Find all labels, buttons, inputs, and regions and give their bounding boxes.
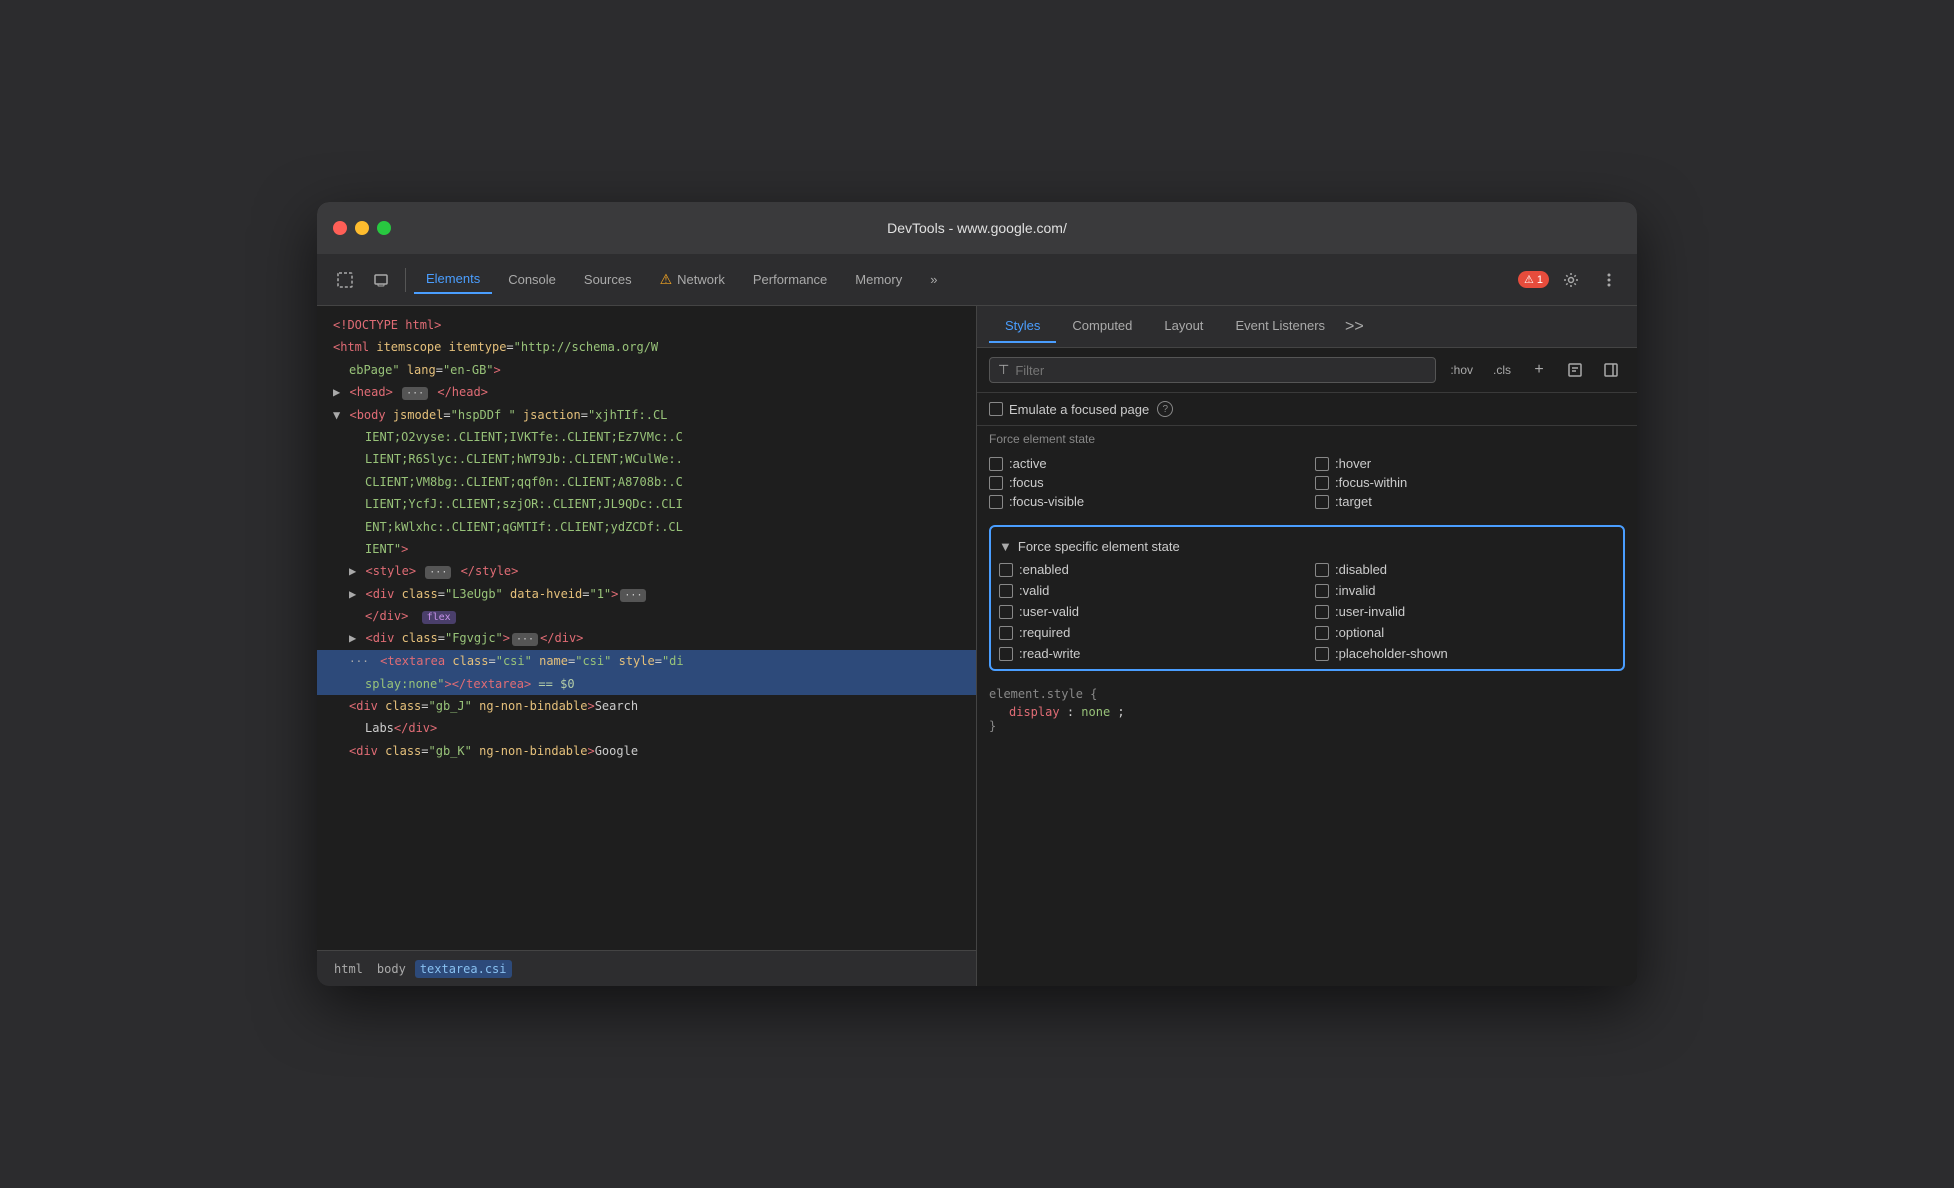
state-read-write[interactable]: :read-write bbox=[999, 646, 1299, 661]
hov-button[interactable]: :hov bbox=[1444, 361, 1479, 379]
filter-input-wrap: ⊤ bbox=[989, 357, 1436, 383]
state-enabled[interactable]: :enabled bbox=[999, 562, 1299, 577]
breadcrumb-html[interactable]: html bbox=[329, 960, 368, 978]
dom-line: ENT;kWlxhc:.CLIENT;qGMTIf:.CLIENT;ydZCDf… bbox=[317, 516, 976, 538]
more-options-icon[interactable] bbox=[1593, 264, 1625, 296]
dom-line: Labs</div> bbox=[317, 717, 976, 739]
dom-line: <div class="gb_K" ng-non-bindable>Google bbox=[317, 740, 976, 762]
state-required[interactable]: :required bbox=[999, 625, 1299, 640]
dom-line: ▼ <body jsmodel="hspDDf " jsaction="xjhT… bbox=[317, 404, 976, 426]
filter-icon: ⊤ bbox=[998, 362, 1009, 378]
right-tabs: Styles Computed Layout Event Listeners >… bbox=[977, 306, 1637, 348]
breadcrumb-body[interactable]: body bbox=[372, 960, 411, 978]
dom-tree[interactable]: <!DOCTYPE html> <html itemscope itemtype… bbox=[317, 306, 976, 950]
dom-line: ebPage" lang="en-GB"> bbox=[317, 359, 976, 381]
tab-sources[interactable]: Sources bbox=[572, 266, 644, 293]
state-user-valid[interactable]: :user-valid bbox=[999, 604, 1299, 619]
add-style-icon[interactable]: + bbox=[1525, 356, 1553, 384]
maximize-button[interactable] bbox=[377, 221, 391, 235]
tab-performance[interactable]: Performance bbox=[741, 266, 839, 293]
state-optional[interactable]: :optional bbox=[1315, 625, 1615, 640]
dom-line: IENT"> bbox=[317, 538, 976, 560]
tab-elements[interactable]: Elements bbox=[414, 265, 492, 294]
filter-bar: ⊤ :hov .cls + bbox=[977, 348, 1637, 393]
emulate-focused-checkbox[interactable]: Emulate a focused page bbox=[989, 402, 1149, 417]
force-specific-grid: :enabled :disabled :valid :invalid bbox=[999, 562, 1615, 661]
dom-line: LIENT;R6Slyc:.CLIENT;hWT9Jb:.CLIENT;WCul… bbox=[317, 448, 976, 470]
styles-panel: Styles Computed Layout Event Listeners >… bbox=[977, 306, 1637, 986]
state-focus[interactable]: :focus bbox=[989, 475, 1299, 490]
force-specific-header: ▼ Force specific element state bbox=[999, 535, 1615, 562]
devtools-toolbar: Elements Console Sources ⚠ Network Perfo… bbox=[317, 254, 1637, 306]
tab-layout[interactable]: Layout bbox=[1148, 310, 1219, 343]
dom-line: <div class="gb_J" ng-non-bindable>Search bbox=[317, 695, 976, 717]
cls-button[interactable]: .cls bbox=[1487, 361, 1517, 379]
tab-computed[interactable]: Computed bbox=[1056, 310, 1148, 343]
style-rule-header: element.style { bbox=[989, 687, 1625, 701]
tab-more[interactable]: » bbox=[918, 266, 949, 293]
titlebar: DevTools - www.google.com/ bbox=[317, 202, 1637, 254]
dom-line: <!DOCTYPE html> bbox=[317, 314, 976, 336]
settings-icon[interactable] bbox=[1555, 264, 1587, 296]
close-button[interactable] bbox=[333, 221, 347, 235]
device-toggle-icon[interactable] bbox=[365, 264, 397, 296]
dom-line: </div> flex bbox=[317, 605, 976, 627]
state-target[interactable]: :target bbox=[1315, 494, 1625, 509]
state-focus-within[interactable]: :focus-within bbox=[1315, 475, 1625, 490]
error-badge: ⚠ 1 bbox=[1518, 271, 1549, 288]
dom-line: CLIENT;VM8bg:.CLIENT;qqf0n:.CLIENT;A8708… bbox=[317, 471, 976, 493]
state-placeholder-shown[interactable]: :placeholder-shown bbox=[1315, 646, 1615, 661]
state-focus-visible[interactable]: :focus-visible bbox=[989, 494, 1299, 509]
breadcrumb-bar: html body textarea.csi bbox=[317, 950, 976, 986]
style-rule-close: } bbox=[989, 719, 1625, 733]
dom-line: LIENT;YcfJ:.CLIENT;szjOR:.CLIENT;JL9QDc:… bbox=[317, 493, 976, 515]
state-user-invalid[interactable]: :user-invalid bbox=[1315, 604, 1615, 619]
state-valid[interactable]: :valid bbox=[999, 583, 1299, 598]
warning-icon: ⚠ bbox=[660, 271, 673, 288]
new-style-rule-icon[interactable] bbox=[1561, 356, 1589, 384]
dom-line: ▶ <div class="Fgvgjc">···</div> bbox=[317, 627, 976, 649]
state-invalid[interactable]: :invalid bbox=[1315, 583, 1615, 598]
tab-event-listeners[interactable]: Event Listeners bbox=[1219, 310, 1341, 343]
window-title: DevTools - www.google.com/ bbox=[887, 220, 1067, 236]
style-property: display : none ; bbox=[989, 705, 1625, 719]
force-element-state-header: Force element state bbox=[977, 426, 1637, 452]
dom-line: ▶ <style> ··· </style> bbox=[317, 560, 976, 582]
inspector-icon[interactable] bbox=[329, 264, 361, 296]
collapse-triangle-icon[interactable]: ▼ bbox=[999, 539, 1012, 554]
devtools-window: DevTools - www.google.com/ Elements Cons… bbox=[317, 202, 1637, 986]
emulate-focused-row: Emulate a focused page ? bbox=[977, 393, 1637, 426]
styles-content: ⊤ :hov .cls + bbox=[977, 348, 1637, 986]
breadcrumb-textarea[interactable]: textarea.csi bbox=[415, 960, 512, 978]
dom-line: ▶ <head> ··· </head> bbox=[317, 381, 976, 403]
tab-console[interactable]: Console bbox=[496, 266, 568, 293]
toolbar-right: ⚠ 1 bbox=[1518, 264, 1625, 296]
main-content: <!DOCTYPE html> <html itemscope itemtype… bbox=[317, 306, 1637, 986]
element-style-section: element.style { display : none ; } bbox=[977, 679, 1637, 741]
dom-line: <html itemscope itemtype="http://schema.… bbox=[317, 336, 976, 358]
dom-line-selected: ··· <textarea class="csi" name="csi" sty… bbox=[317, 650, 976, 673]
tab-network[interactable]: ⚠ Network bbox=[648, 265, 737, 294]
force-element-state-grid: :active :hover :focus :focus-within bbox=[977, 452, 1637, 517]
dom-line: IENT;O2vyse:.CLIENT;IVKTfe:.CLIENT;Ez7VM… bbox=[317, 426, 976, 448]
dom-line: ▶ <div class="L3eUgb" data-hveid="1">··· bbox=[317, 583, 976, 605]
dom-line-selected: splay:none"></textarea> == $0 bbox=[317, 673, 976, 695]
state-active[interactable]: :active bbox=[989, 456, 1299, 471]
tab-memory[interactable]: Memory bbox=[843, 266, 914, 293]
toggle-sidebar-icon[interactable] bbox=[1597, 356, 1625, 384]
tab-styles[interactable]: Styles bbox=[989, 310, 1056, 343]
filter-input[interactable] bbox=[1015, 363, 1427, 378]
elements-panel: <!DOCTYPE html> <html itemscope itemtype… bbox=[317, 306, 977, 986]
error-icon: ⚠ bbox=[1524, 273, 1534, 286]
force-specific-section: ▼ Force specific element state :enabled … bbox=[989, 525, 1625, 671]
help-icon[interactable]: ? bbox=[1157, 401, 1173, 417]
state-disabled[interactable]: :disabled bbox=[1315, 562, 1615, 577]
more-tabs-icon[interactable]: >> bbox=[1345, 318, 1364, 336]
emulate-focused-check[interactable] bbox=[989, 402, 1003, 416]
toolbar-separator bbox=[405, 268, 406, 292]
window-controls bbox=[333, 221, 391, 235]
minimize-button[interactable] bbox=[355, 221, 369, 235]
state-hover[interactable]: :hover bbox=[1315, 456, 1625, 471]
